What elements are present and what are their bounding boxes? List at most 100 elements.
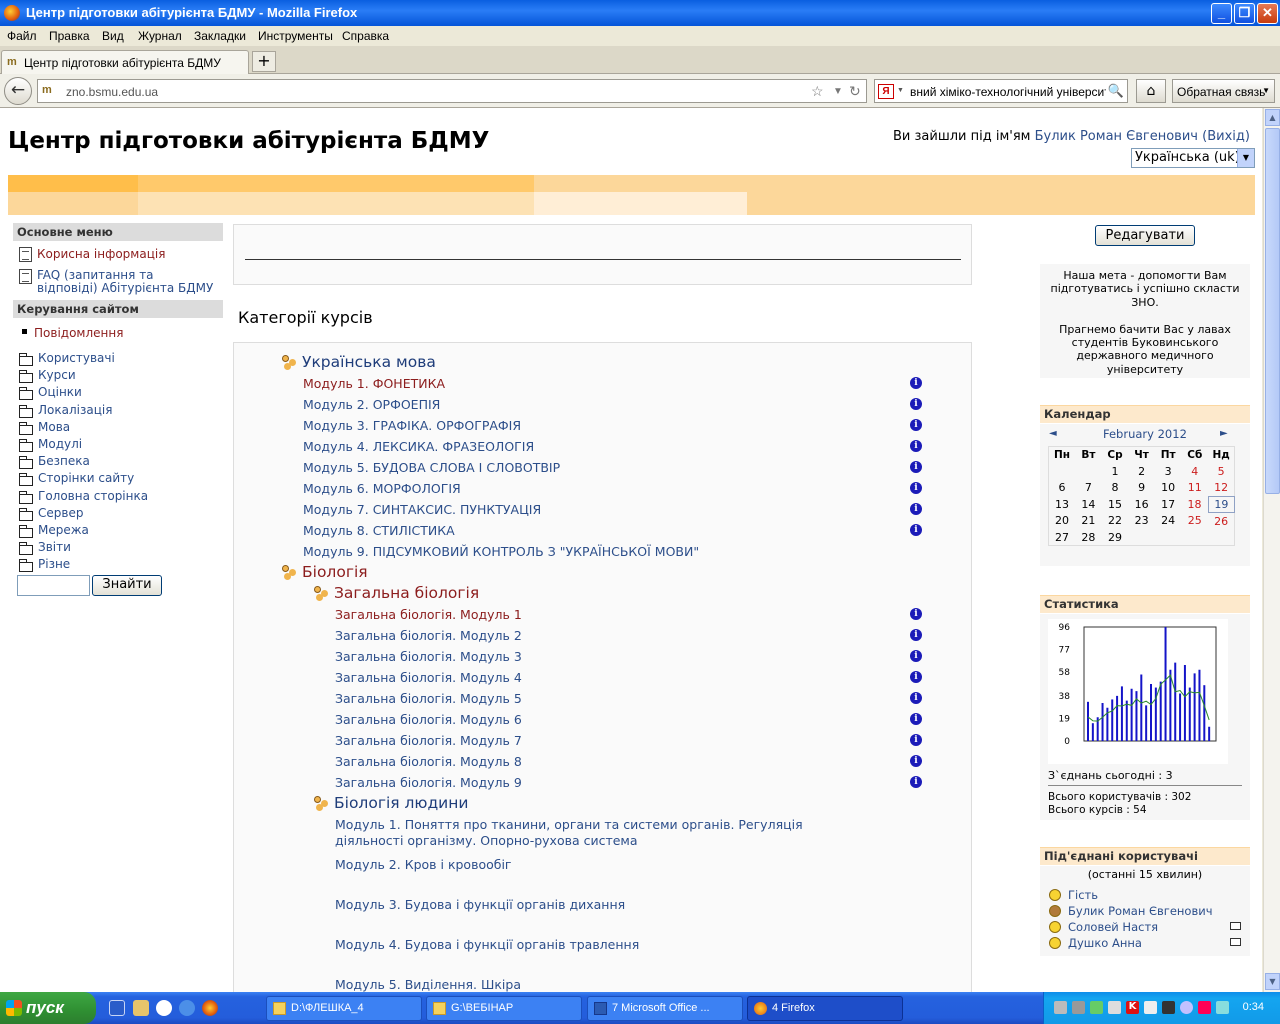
volume-icon[interactable] (1144, 1001, 1157, 1014)
calendar-day[interactable]: 21 (1075, 513, 1102, 530)
tray-icon[interactable] (1054, 1001, 1067, 1014)
admin-item[interactable]: Модулі (38, 437, 82, 451)
course-link[interactable]: Загальна біологія. Модуль 5 (335, 691, 522, 706)
course-link[interactable]: Загальна біологія. Модуль 2 (335, 628, 522, 643)
info-icon[interactable]: i (910, 671, 922, 683)
info-icon[interactable]: i (910, 461, 922, 473)
calendar-day[interactable]: 16 (1128, 496, 1155, 513)
search-button[interactable]: Знайти (92, 575, 162, 596)
course-link[interactable]: Модуль 4. Будова і функції органів травл… (335, 937, 639, 952)
search-engine-dropdown-icon[interactable]: ▼ (897, 87, 904, 94)
course-link[interactable]: Модуль 9. ПІДСУМКОВИЙ КОНТРОЛЬ З "УКРАЇН… (303, 544, 699, 559)
calendar-day[interactable]: 15 (1102, 496, 1129, 513)
task-flash-drive[interactable]: D:\ФЛЕШКА_4 (266, 996, 422, 1021)
calendar-day[interactable]: 29 (1102, 529, 1129, 546)
reload-icon[interactable]: ↻ (849, 83, 861, 100)
tray-icon[interactable] (1198, 1001, 1211, 1014)
course-link[interactable]: Модуль 8. СТИЛІСТИКА (303, 523, 455, 538)
calendar-day[interactable]: 14 (1075, 496, 1102, 513)
firefox-quicklaunch-icon[interactable] (202, 1000, 218, 1016)
calendar-day[interactable]: 12 (1208, 480, 1235, 497)
admin-item[interactable]: Сервер (38, 506, 83, 520)
info-icon[interactable]: i (910, 734, 922, 746)
course-link[interactable]: Модуль 7. СИНТАКСИС. ПУНКТУАЦІЯ (303, 502, 541, 517)
info-icon[interactable]: i (910, 482, 922, 494)
scroll-up-button[interactable]: ▲ (1265, 109, 1280, 126)
course-link[interactable]: Модуль 5. Виділення. Шкіра (335, 977, 521, 992)
course-link[interactable]: Загальна біологія. Модуль 4 (335, 670, 522, 685)
menu-help[interactable]: Справка (342, 29, 389, 43)
calendar-day[interactable]: 8 (1102, 480, 1129, 497)
minimize-button[interactable]: _ (1211, 3, 1232, 24)
message-icon[interactable] (1230, 938, 1241, 946)
tray-icon[interactable] (1216, 1001, 1229, 1014)
menu-edit[interactable]: Правка (49, 29, 90, 43)
info-icon[interactable]: i (910, 419, 922, 431)
info-icon[interactable]: i (910, 692, 922, 704)
task-webinar[interactable]: G:\ВЕБІНАР (426, 996, 582, 1021)
menu-bookmarks[interactable]: Закладки (194, 29, 246, 43)
calendar-day[interactable]: 17 (1155, 496, 1182, 513)
menu-view[interactable]: Вид (102, 29, 124, 43)
history-dropdown-icon[interactable]: ▼ (833, 86, 843, 97)
admin-item[interactable]: Мережа (38, 523, 89, 537)
useful-info-link[interactable]: Корисна інформація (37, 247, 165, 261)
info-icon[interactable]: i (910, 398, 922, 410)
task-office[interactable]: 7 Microsoft Office ... (587, 996, 743, 1021)
close-button[interactable]: ✕ (1257, 3, 1278, 24)
admin-notifications[interactable]: Повідомлення (34, 326, 123, 340)
category-general-biology[interactable]: Загальна біологія (314, 584, 479, 602)
calendar-day[interactable]: 13 (1049, 496, 1076, 513)
tray-icon[interactable] (1162, 1001, 1175, 1014)
calendar-prev-button[interactable]: ◄ (1049, 428, 1057, 439)
online-user[interactable]: Гість (1068, 888, 1098, 902)
admin-item[interactable]: Звіти (38, 540, 71, 554)
user-profile-link[interactable]: Булик Роман Євгенович (1035, 129, 1198, 144)
info-icon[interactable]: i (910, 776, 922, 788)
task-firefox[interactable]: 4 Firefox (747, 996, 903, 1021)
calendar-day[interactable]: 3 (1155, 463, 1182, 480)
calendar-day[interactable]: 22 (1102, 513, 1129, 530)
calendar-day[interactable]: 1 (1102, 463, 1129, 480)
faq-link[interactable]: FAQ (запитання та відповіді) Абітурієнта… (37, 269, 217, 295)
admin-item[interactable]: Локалізація (38, 403, 112, 417)
category-biology[interactable]: Біологія (282, 563, 368, 581)
info-icon[interactable]: i (910, 503, 922, 515)
media-player-icon[interactable] (156, 1000, 172, 1016)
logout-link[interactable]: (Вихід) (1202, 129, 1250, 144)
admin-item[interactable]: Сторінки сайту (38, 471, 134, 485)
course-link[interactable]: Загальна біологія. Модуль 1 (335, 607, 522, 622)
tray-icon[interactable] (1090, 1001, 1103, 1014)
calendar-day[interactable]: 9 (1128, 480, 1155, 497)
vertical-scrollbar[interactable]: ▲ ▼ (1263, 108, 1280, 992)
course-link[interactable]: Модуль 3. Будова і функції органів дихан… (335, 897, 625, 912)
online-user[interactable]: Соловей Настя (1068, 920, 1158, 934)
course-link[interactable]: Загальна біологія. Модуль 7 (335, 733, 522, 748)
message-icon[interactable] (1230, 922, 1241, 930)
calendar-day[interactable]: 27 (1049, 529, 1076, 546)
category-ukrainian[interactable]: Українська мова (282, 353, 436, 371)
edit-button[interactable]: Редагувати (1095, 225, 1195, 246)
info-icon[interactable]: i (910, 608, 922, 620)
search-icon[interactable]: 🔍 (1108, 83, 1124, 99)
scroll-thumb[interactable] (1265, 128, 1280, 494)
info-icon[interactable]: i (910, 713, 922, 725)
feedback-button[interactable]: Обратная связь ▼ (1172, 79, 1275, 103)
calendar-next-button[interactable]: ► (1220, 428, 1228, 439)
calendar-day[interactable]: 24 (1155, 513, 1182, 530)
course-link[interactable]: Модуль 3. ГРАФІКА. ОРФОГРАФІЯ (303, 418, 521, 433)
admin-item[interactable]: Безпека (38, 454, 90, 468)
tray-icon[interactable] (1180, 1001, 1193, 1014)
admin-item[interactable]: Мова (38, 420, 70, 434)
calendar-day[interactable]: 4 (1181, 463, 1208, 480)
info-icon[interactable]: i (910, 629, 922, 641)
calendar-day[interactable]: 25 (1181, 513, 1208, 530)
course-link[interactable]: Модуль 2. ОРФОЕПІЯ (303, 397, 440, 412)
url-bar[interactable]: m zno.bsmu.edu.ua ☆ ▼ ↻ (37, 79, 867, 103)
calendar-day[interactable]: 19 (1207, 495, 1236, 513)
language-select[interactable]: Українська (uk) ▼ (1131, 148, 1255, 168)
search-bar[interactable]: Я ▼ вний хіміко-технологічний університе… (874, 79, 1128, 103)
tab-active[interactable]: m Центр підготовки абітурієнта БДМУ (1, 50, 249, 74)
info-icon[interactable]: i (910, 755, 922, 767)
search-input[interactable]: вний хіміко-технологічний університет (910, 85, 1106, 99)
